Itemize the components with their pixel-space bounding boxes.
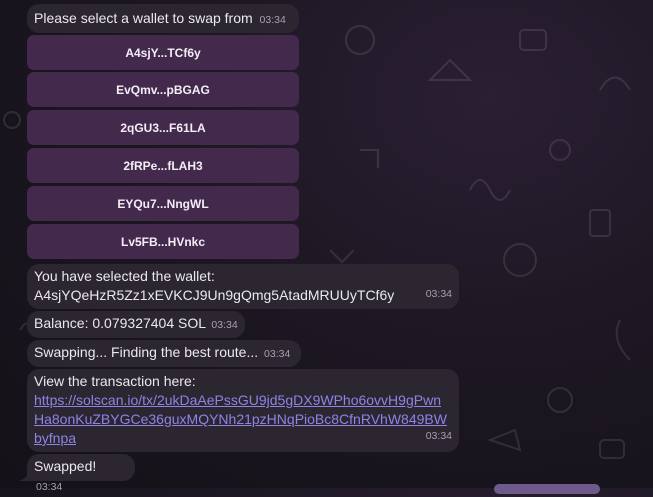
selected-wallet-address: A4sjYQeHzR5Zz1xEVKCJ9Un9gQmg5AtadMRUUyTC… <box>34 287 395 303</box>
wallet-button-5[interactable]: EYQu7...NngWL <box>27 186 299 221</box>
wallet-button-label: A4sjY...TCf6y <box>125 45 201 60</box>
message-time: 03:34 <box>425 430 452 442</box>
balance-text: Balance: 0.079327404 SOL <box>34 315 206 331</box>
wallet-button-label: Lv5FB...HVnkc <box>120 234 206 249</box>
selected-wallet-message: You have selected the wallet: A4sjYQeHzR… <box>27 264 459 309</box>
wallet-button-2[interactable]: EvQmv...pBGAG <box>27 72 299 107</box>
wallet-button-label: 2qGU3...F61LA <box>120 120 206 135</box>
swapped-text: Swapped! <box>34 458 97 474</box>
wallet-button-label: EvQmv...pBGAG <box>116 82 210 97</box>
message-time: 03:34 <box>211 319 238 331</box>
message-time: 03:34 <box>425 288 452 300</box>
scroll-down-button[interactable] <box>494 484 600 494</box>
swapping-message: Swapping... Finding the best route... 03… <box>27 340 301 367</box>
bubble-tail <box>19 471 31 481</box>
wallet-button-6[interactable]: Lv5FB...HVnkc <box>27 224 299 259</box>
wallet-button-label: EYQu7...NngWL <box>117 196 209 211</box>
wallet-button-label: 2fRPe...fLAH3 <box>123 158 203 173</box>
selected-wallet-label: You have selected the wallet: <box>34 268 215 284</box>
transaction-message: View the transaction here: https://solsc… <box>27 369 459 452</box>
message-time: 03:34 <box>36 481 63 493</box>
transaction-link[interactable]: https://solscan.io/tx/2ukDaAePssGU9jd5gD… <box>34 392 447 446</box>
wallet-button-1[interactable]: A4sjY...TCf6y <box>27 35 299 70</box>
prompt-message: Please select a wallet to swap from 03:3… <box>27 4 299 33</box>
transaction-intro: View the transaction here: <box>34 373 196 389</box>
wallet-button-4[interactable]: 2fRPe...fLAH3 <box>27 148 299 183</box>
swapped-message: Swapped! 03:34 <box>27 454 135 493</box>
message-time: 03:34 <box>264 348 291 360</box>
wallet-button-3[interactable]: 2qGU3...F61LA <box>27 110 299 145</box>
balance-message: Balance: 0.079327404 SOL 03:34 <box>27 311 245 338</box>
swapping-text: Swapping... Finding the best route... <box>34 344 259 360</box>
prompt-text: Please select a wallet to swap from <box>34 10 253 26</box>
message-time: 03:34 <box>259 14 286 26</box>
